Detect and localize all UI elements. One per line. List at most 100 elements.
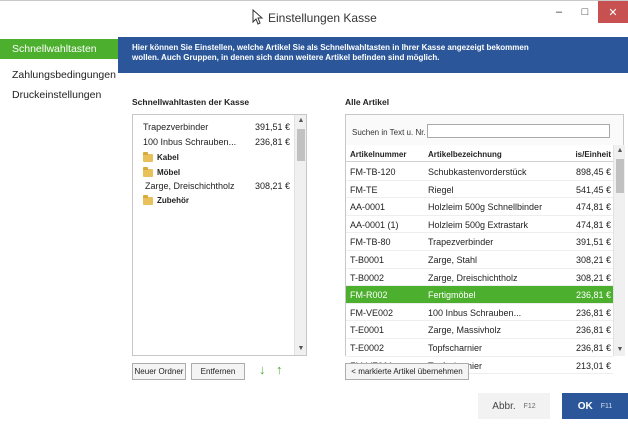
cancel-button[interactable]: Abbr. F12 [478,393,550,419]
cell-bezeichnung: Zarge, Massivholz [428,325,502,336]
cell-artikelnummer: FM-R002 [350,290,388,301]
cell-preis: 308,21 € [575,255,611,265]
cell-preis: 391,51 € [575,237,611,248]
cell-artikelnummer: FM-TB-80 [350,237,391,248]
list-item-label: Trapezverbinder [143,122,209,132]
cell-bezeichnung: 100 Inbus Schrauben... [428,307,522,318]
table-row[interactable]: T-B0001 Zarge, Stahl 308,21 € [346,251,613,269]
scroll-thumb[interactable] [297,129,305,161]
scroll-thumb[interactable] [616,159,624,193]
ok-shortcut: F11 [600,402,613,410]
all-articles-heading: Alle Artikel [345,97,390,107]
table-row[interactable]: FM-VE002 100 Inbus Schrauben... 236,81 € [346,304,613,322]
window-title: Einstellungen Kasse [268,11,377,25]
remove-button[interactable]: Entfernen [191,363,245,380]
info-banner-line2: wollen. Auch Gruppen, in denen sich dann… [132,53,440,62]
table-row[interactable]: FM-TE Riegel 541,45 € [346,181,613,199]
table-row[interactable]: AA-0001 (1) Holzleim 500g Extrastark 474,8… [346,216,613,234]
folder-item-moebel[interactable]: Möbel [143,166,180,177]
scroll-down-icon[interactable]: ▼ [614,344,626,356]
cell-bezeichnung: Trapezverbinder [428,237,494,248]
cell-bezeichnung: Topfscharnier [428,343,483,353]
cell-preis: 236,81 € [575,290,611,301]
cell-artikelnummer: FM-TE [350,184,378,195]
list-item[interactable]: Trapezverbinder [143,122,208,132]
scroll-down-icon[interactable]: ▼ [295,343,307,355]
quickkeys-scrollbar[interactable]: ▲ ▼ [294,115,306,355]
cell-preis: 236,81 € [575,325,611,336]
cell-preis: 236,81 € [575,343,611,353]
quickkeys-heading: Schnellwahltasten der Kasse [132,97,250,107]
cell-preis: 236,81 € [575,307,611,318]
minimize-button[interactable]: – [546,1,572,23]
table-row[interactable]: T-E0001 Zarge, Massivholz 236,81 € [346,321,613,339]
cell-preis: 474,81 € [575,219,611,230]
cell-bezeichnung: Holzleim 500g Schnellbinder [428,202,543,213]
cell-bezeichnung: Zarge, Dreischichtholz [428,272,518,283]
all-articles-panel: Suchen in Text u. Nr. Artikelnummer Arti… [345,114,625,375]
list-item-price: 236,81 € [255,137,291,147]
new-folder-button[interactable]: Neuer Ordner [132,363,186,380]
sidebar-item-schnellwahltasten[interactable]: Schnellwahltasten [0,39,118,59]
search-label: Suchen in Text u. Nr. [352,128,426,137]
folder-label: Zubehör [157,196,189,205]
cell-artikelnummer: T-B0002 [350,272,385,283]
articles-scrollbar[interactable]: ▲ ▼ [613,145,625,356]
sidebar-item-zahlungsbedingungen[interactable]: Zahlungsbedingungen [0,65,118,85]
list-item-price: 391,51 € [255,122,291,132]
list-item[interactable]: Zarge, Dreischichtholz [145,181,235,191]
folder-icon [143,151,153,162]
mouse-cursor-icon [252,9,264,25]
articles-table[interactable]: Artikelnummer Artikelbezeichnung is/Einh… [346,145,625,375]
settings-sidebar: Schnellwahltasten Zahlungsbedingungen Dr… [0,37,118,426]
title-bar: Einstellungen Kasse – □ ✕ [0,1,628,33]
table-row[interactable]: FM-TB-120 Schubkastenvorderstück 898,45 € [346,163,613,181]
cell-artikelnummer: T-E0002 [350,343,385,353]
list-item-price: 308,21 € [255,181,291,191]
cell-bezeichnung: Zarge, Stahl [428,255,478,265]
cell-artikelnummer: FM-TB-120 [350,167,396,177]
ok-label: OK [577,400,593,412]
cell-artikelnummer: AA-0001 (1) [350,219,399,230]
folder-item-zubehoer[interactable]: Zubehör [143,194,189,205]
table-row[interactable]: FM-R002 Fertigmöbel 236,81 € [346,286,613,304]
table-row[interactable]: T-E0002 Topfscharnier 236,81 € [346,339,613,357]
folder-icon [143,166,153,177]
scroll-up-icon[interactable]: ▲ [295,115,307,127]
info-banner: Hier können Sie Einstellen, welche Artik… [118,37,628,73]
cell-preis: 898,45 € [575,167,611,177]
settings-window: Einstellungen Kasse – □ ✕ Schnellwahltas… [0,0,628,426]
move-down-icon[interactable]: ↓ [259,362,266,377]
move-up-icon[interactable]: ↑ [276,362,283,377]
sidebar-item-druckeinstellungen[interactable]: Druckeinstellungen [0,85,118,105]
cancel-shortcut: F12 [523,402,536,410]
column-header-bezeichnung[interactable]: Artikelbezeichnung [428,150,502,159]
cancel-label: Abbr. [492,400,516,412]
ok-button[interactable]: OK F11 [562,393,628,419]
column-header-preis[interactable]: is/Einheit [575,150,611,159]
list-item-label: Zarge, Dreischichtholz [145,181,235,191]
apply-selected-button[interactable]: < markierte Artikel übernehmen [345,363,469,380]
cell-bezeichnung: Schubkastenvorderstück [428,167,527,177]
table-row[interactable]: AA-0001 Holzleim 500g Schnellbinder 474,81… [346,198,613,216]
table-row[interactable]: T-B0002 Zarge, Dreischichtholz 308,21 € [346,269,613,287]
table-row[interactable]: FM-TB-80 Trapezverbinder 391,51 € [346,233,613,251]
cell-bezeichnung: Holzleim 500g Extrastark [428,219,529,230]
quickkeys-list[interactable]: Trapezverbinder 391,51 € 100 Inbus Schra… [132,114,307,356]
cell-preis: 541,45 € [575,184,611,195]
folder-item-kabel[interactable]: Kabel [143,151,179,162]
list-item[interactable]: 100 Inbus Schrauben... [143,137,236,147]
cell-artikelnummer: AA-0001 [350,202,386,213]
cell-artikelnummer: FM-VE002 [350,307,394,318]
list-item-label: 100 Inbus Schrauben... [143,137,237,147]
info-banner-line1: Hier können Sie Einstellen, welche Artik… [132,43,529,52]
cell-bezeichnung: Riegel [428,184,454,195]
cell-preis: 213,01 € [575,360,611,371]
scroll-up-icon[interactable]: ▲ [614,145,626,157]
column-header-artikelnummer[interactable]: Artikelnummer [350,150,406,159]
search-input[interactable] [427,124,610,138]
close-button[interactable]: ✕ [598,1,628,23]
maximize-button[interactable]: □ [572,1,598,23]
folder-label: Kabel [157,153,179,162]
cell-artikelnummer: T-E0001 [350,325,385,336]
